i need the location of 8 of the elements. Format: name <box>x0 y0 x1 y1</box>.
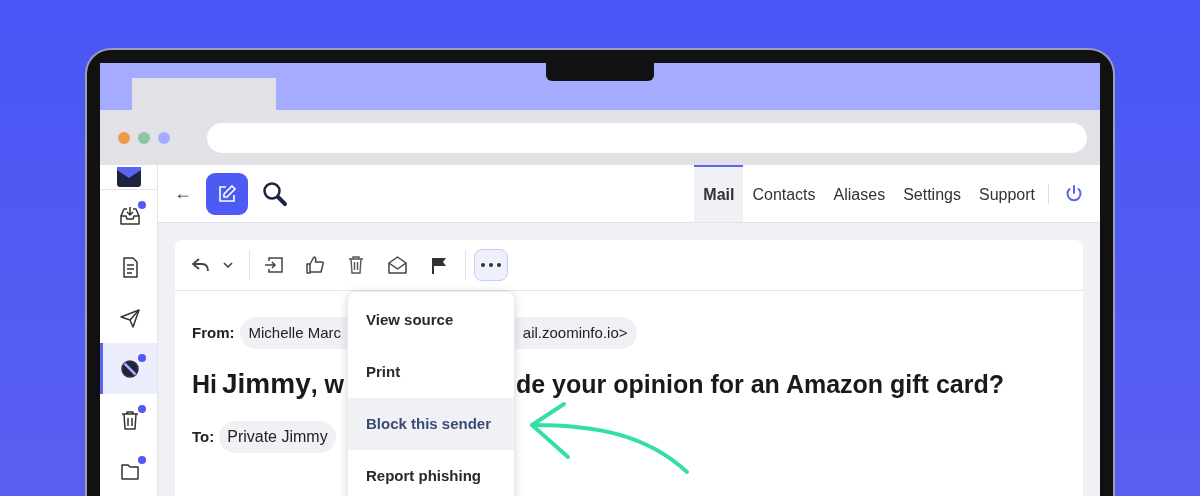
subject-text: , w <box>310 369 345 398</box>
subject-name: Jimmy <box>222 367 311 401</box>
to-label: To: <box>192 426 215 447</box>
sender-address: ail.zoominfo.io> <box>522 322 628 343</box>
sender-text: Michelle Marc <box>248 322 342 343</box>
subject-text: de your opinion for an Amazon gift card? <box>516 369 1004 400</box>
from-label: From: <box>192 322 235 343</box>
subject-greeting: Hi <box>192 369 217 400</box>
